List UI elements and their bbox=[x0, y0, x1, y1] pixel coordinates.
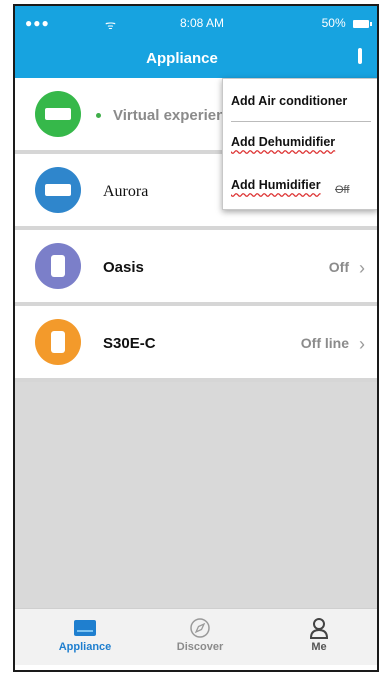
humidifier-icon bbox=[35, 243, 81, 289]
tab-discover[interactable]: Discover bbox=[160, 617, 240, 653]
person-icon bbox=[309, 618, 329, 639]
device-status: Off line bbox=[300, 335, 349, 351]
device-row-s30e-c[interactable]: S30E-C Off line › bbox=[15, 306, 377, 382]
clock: 8:08 AM bbox=[180, 16, 225, 30]
appliance-icon bbox=[74, 620, 96, 636]
status-bar: ●●● ᯤ 8:08 AM 50% bbox=[15, 6, 377, 40]
device-status: Off bbox=[328, 259, 349, 275]
air-conditioner-icon bbox=[35, 91, 81, 137]
online-dot bbox=[96, 113, 101, 118]
wifi-icon: ᯤ bbox=[105, 18, 116, 32]
air-conditioner-icon bbox=[35, 167, 81, 213]
signal-icon: ●●● bbox=[25, 16, 50, 30]
device-name: Aurora bbox=[103, 183, 149, 200]
menu-divider bbox=[231, 121, 371, 122]
battery-icon bbox=[353, 19, 372, 28]
device-name: S30E-C bbox=[103, 335, 156, 352]
tab-appliance[interactable]: Appliance bbox=[45, 617, 125, 653]
menu-item-add-humidifier[interactable]: Add Humidifier bbox=[231, 178, 321, 192]
tab-bar: Appliance Discover Me bbox=[15, 608, 377, 665]
menu-item-add-air-conditioner[interactable]: Add Air conditioner bbox=[231, 94, 347, 108]
overlap-status-text: Off bbox=[335, 184, 350, 196]
battery-percent: 50% bbox=[321, 16, 346, 30]
device-row-oasis[interactable]: Oasis Off › bbox=[15, 230, 377, 306]
tab-me[interactable]: Me bbox=[279, 617, 359, 653]
chevron-right-icon: › bbox=[359, 258, 365, 278]
phone-frame: ●●● ᯤ 8:08 AM 50% Appliance Virtual expe… bbox=[13, 4, 379, 672]
device-name: Oasis bbox=[103, 259, 144, 276]
add-device-menu: Add Air conditioner Add Dehumidifier Add… bbox=[222, 78, 377, 210]
tab-label: Me bbox=[311, 641, 327, 653]
tab-label: Discover bbox=[176, 641, 224, 653]
tab-label: Appliance bbox=[58, 641, 112, 653]
more-menu-button[interactable] bbox=[355, 48, 365, 70]
compass-icon bbox=[190, 618, 210, 638]
app-bar: Appliance bbox=[15, 40, 377, 78]
dehumidifier-icon bbox=[35, 319, 81, 365]
more-vert-icon bbox=[358, 48, 362, 64]
page-title: Appliance bbox=[146, 50, 218, 67]
menu-item-add-dehumidifier[interactable]: Add Dehumidifier bbox=[231, 135, 335, 149]
battery-indicator: 50% bbox=[321, 16, 372, 30]
empty-area bbox=[15, 382, 377, 608]
chevron-right-icon: › bbox=[359, 334, 365, 354]
